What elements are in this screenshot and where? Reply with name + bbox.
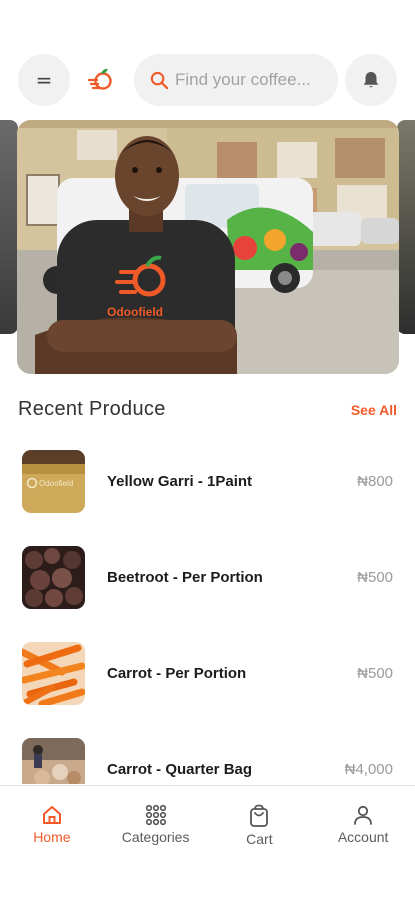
list-item[interactable]: Carrot - Per Portion ₦500 <box>0 642 415 706</box>
search-bar[interactable] <box>134 54 338 106</box>
user-icon <box>354 805 373 825</box>
search-input[interactable] <box>175 70 325 90</box>
product-price: ₦500 <box>357 569 393 586</box>
nav-label: Cart <box>246 831 273 847</box>
bell-icon <box>363 72 379 88</box>
top-bar: = <box>18 54 397 106</box>
nav-label: Categories <box>121 829 190 845</box>
product-thumbnail[interactable]: Odoofield <box>22 450 85 513</box>
notifications-button[interactable] <box>345 54 397 106</box>
product-thumbnail[interactable] <box>22 546 85 609</box>
menu-icon: = <box>35 68 53 92</box>
previous-slide-peek[interactable] <box>0 120 18 334</box>
nav-categories[interactable]: Categories <box>104 786 208 853</box>
promo-carousel[interactable]: Odoofield <box>0 112 415 374</box>
produce-list[interactable]: Odoofield Yellow Garri - 1Paint ₦800 Bee… <box>0 450 415 784</box>
recent-produce-header: Recent Produce See All <box>18 398 397 421</box>
grid-icon <box>145 804 166 826</box>
product-price: ₦500 <box>357 665 393 682</box>
bottom-navigation: Home Categories Cart Account <box>0 785 415 853</box>
home-icon <box>42 806 61 824</box>
promo-banner-image[interactable]: Odoofield <box>17 120 399 374</box>
nav-label: Home <box>33 829 71 845</box>
product-name: Carrot - Quarter Bag <box>107 761 253 778</box>
nav-label: Account <box>337 829 389 845</box>
app-logo <box>87 68 112 90</box>
list-item[interactable]: Odoofield Yellow Garri - 1Paint ₦800 <box>0 450 415 514</box>
menu-button[interactable]: = <box>18 54 70 106</box>
next-slide-peek[interactable] <box>397 120 415 334</box>
list-item[interactable]: Beetroot - Per Portion ₦500 <box>0 546 415 610</box>
product-price: ₦800 <box>357 473 393 490</box>
nav-account[interactable]: Account <box>311 786 415 853</box>
list-item[interactable]: Carrot - Quarter Bag ₦4,000 <box>0 738 415 784</box>
shirt-logo-text: Odoofield <box>107 305 163 319</box>
product-name: Yellow Garri - 1Paint <box>107 473 253 490</box>
section-title: Recent Produce <box>18 398 166 420</box>
thumbnail-watermark: Odoofield <box>39 479 73 488</box>
search-icon <box>150 71 169 89</box>
product-name: Beetroot - Per Portion <box>107 569 263 586</box>
product-price: ₦4,000 <box>344 761 393 778</box>
product-thumbnail[interactable] <box>22 642 85 705</box>
cart-icon <box>250 804 269 827</box>
product-name: Carrot - Per Portion <box>107 665 247 682</box>
nav-cart[interactable]: Cart <box>208 786 312 853</box>
product-thumbnail[interactable] <box>22 738 85 784</box>
see-all-link[interactable]: See All <box>351 402 397 418</box>
nav-home[interactable]: Home <box>0 786 104 853</box>
